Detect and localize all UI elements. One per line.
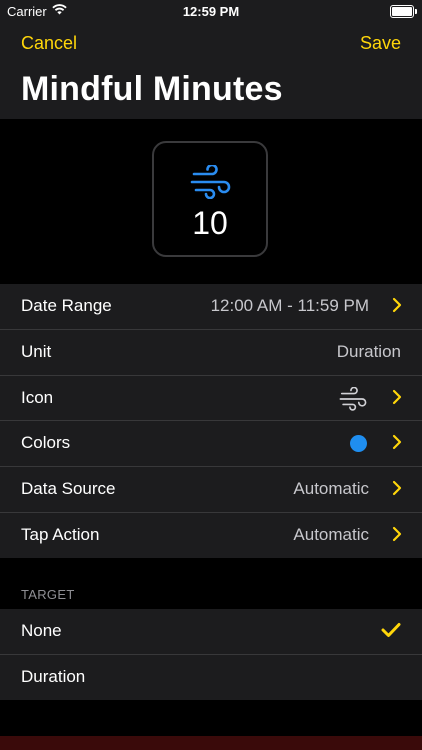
date-range-row[interactable]: Date Range 12:00 AM - 11:59 PM	[0, 284, 422, 330]
colors-row[interactable]: Colors	[0, 421, 422, 468]
icon-row[interactable]: Icon	[0, 376, 422, 422]
data-source-row[interactable]: Data Source Automatic	[0, 467, 422, 513]
target-option-label: None	[21, 621, 62, 640]
date-range-label: Date Range	[21, 296, 112, 315]
battery-icon	[390, 5, 417, 18]
clock: 12:59 PM	[182, 4, 240, 19]
color-swatch	[350, 435, 367, 453]
tap-action-row[interactable]: Tap Action Automatic	[0, 513, 422, 558]
target-option-duration[interactable]: Duration	[0, 655, 422, 700]
data-source-label: Data Source	[21, 479, 116, 499]
bottom-bar	[0, 736, 422, 750]
settings-list: Date Range 12:00 AM - 11:59 PM Unit Dura…	[0, 284, 422, 558]
page-title: Mindful Minutes	[21, 70, 283, 108]
chevron-right-icon	[392, 435, 402, 450]
unit-value: Duration	[336, 341, 401, 361]
target-option-none[interactable]: None	[0, 609, 422, 655]
tap-action-value: Automatic	[293, 524, 369, 544]
wind-icon	[339, 386, 367, 411]
save-button[interactable]: Save	[360, 33, 401, 54]
date-range-value: 12:00 AM - 11:59 PM	[210, 296, 369, 315]
chevron-right-icon	[392, 526, 402, 542]
target-list: None Duration	[0, 609, 422, 700]
chevron-right-icon	[392, 389, 402, 404]
unit-row: Unit Duration	[0, 330, 422, 376]
status-bar: Carrier 12:59 PM	[0, 0, 422, 24]
target-option-label: Duration	[21, 666, 86, 686]
navigation-header: Carrier 12:59 PM Cancel Save Mindful Min…	[0, 0, 422, 119]
preview-value: 10	[192, 205, 228, 241]
colors-label: Colors	[21, 433, 71, 453]
chevron-right-icon	[392, 481, 402, 496]
chevron-right-icon	[392, 297, 402, 313]
tap-action-label: Tap Action	[21, 524, 100, 544]
icon-label: Icon	[21, 387, 54, 407]
unit-label: Unit	[21, 341, 52, 361]
target-section-header: TARGET	[21, 587, 75, 602]
cancel-button[interactable]: Cancel	[21, 33, 77, 54]
widget-preview: 10	[152, 141, 268, 257]
checkmark-icon	[381, 623, 401, 637]
data-source-value: Automatic	[293, 479, 369, 499]
wind-icon	[190, 165, 231, 199]
